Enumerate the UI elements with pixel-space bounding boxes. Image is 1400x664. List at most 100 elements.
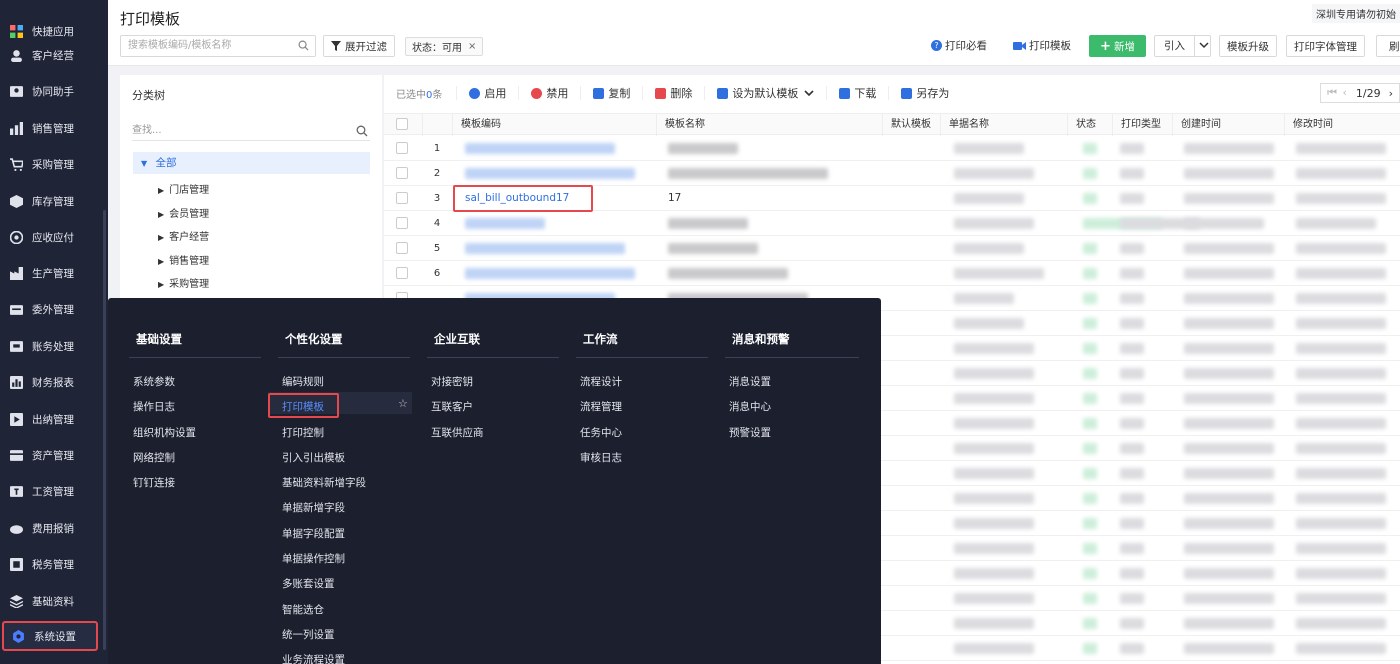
template-upgrade-button[interactable]: 模板升级 bbox=[1219, 35, 1277, 57]
search-icon[interactable] bbox=[356, 125, 368, 137]
search-icon[interactable] bbox=[298, 40, 309, 51]
caret-right-icon[interactable]: ▶ bbox=[158, 186, 164, 195]
sidebar-item-ledger[interactable]: 账务处理 bbox=[0, 331, 108, 361]
menu-item-bill-field-config[interactable]: 单据字段配置 bbox=[282, 526, 345, 541]
sidebar-item-finance-report[interactable]: 财务报表 bbox=[0, 367, 108, 397]
row-checkbox[interactable] bbox=[396, 217, 408, 229]
column-header-default[interactable]: 默认模板 bbox=[882, 114, 940, 136]
menu-item-message-settings[interactable]: 消息设置 bbox=[729, 374, 771, 389]
menu-item-unified-columns[interactable]: 统一列设置 bbox=[282, 627, 335, 642]
sidebar-item-sales[interactable]: 销售管理 bbox=[0, 113, 108, 143]
menu-item-smart-warehouse[interactable]: 智能选仓 bbox=[282, 602, 324, 617]
menu-item-linked-customers[interactable]: 互联客户 bbox=[431, 399, 473, 414]
close-icon[interactable]: × bbox=[468, 41, 476, 52]
search-input[interactable]: 搜索模板编码/模板名称 bbox=[120, 35, 316, 57]
tree-node-customer[interactable]: ▶ 客户经营 bbox=[158, 228, 209, 243]
sidebar-item-inventory[interactable]: 库存管理 bbox=[0, 186, 108, 216]
sidebar-item-system-settings[interactable]: 系统设置 bbox=[2, 621, 98, 651]
refresh-button[interactable]: 刷 bbox=[1376, 35, 1400, 57]
font-manage-button[interactable]: 打印字体管理 bbox=[1286, 35, 1365, 57]
sidebar-item-salary[interactable]: 工资管理 bbox=[0, 476, 108, 506]
tree-node-store[interactable]: ▶ 门店管理 bbox=[158, 181, 209, 196]
tree-node-member[interactable]: ▶ 会员管理 bbox=[158, 205, 209, 220]
status-filter-chip[interactable]: 状态：可用 × bbox=[405, 37, 484, 56]
column-header-code[interactable]: 模板编码 bbox=[452, 114, 656, 136]
menu-item-org-settings[interactable]: 组织机构设置 bbox=[133, 425, 196, 440]
sidebar-item-asset[interactable]: 资产管理 bbox=[0, 440, 108, 470]
table-row[interactable]: 4 bbox=[384, 211, 1400, 236]
disable-button[interactable]: 禁用 bbox=[518, 86, 580, 100]
tree-node-all[interactable]: ▼ 全部 bbox=[133, 152, 370, 174]
tree-node-purchase[interactable]: ▶ 采购管理 bbox=[158, 275, 209, 290]
import-button[interactable]: 引入 bbox=[1154, 35, 1211, 57]
caret-down-icon[interactable]: ▼ bbox=[141, 159, 147, 168]
copy-button[interactable]: 复制 bbox=[580, 86, 642, 100]
add-button[interactable]: + 新增 bbox=[1089, 35, 1146, 57]
menu-item-bill-operation-control[interactable]: 单据操作控制 bbox=[282, 551, 345, 566]
table-row[interactable]: 5 bbox=[384, 236, 1400, 261]
tree-node-sales[interactable]: ▶ 销售管理 bbox=[158, 252, 209, 267]
menu-item-api-key[interactable]: 对接密钥 bbox=[431, 374, 473, 389]
sidebar-item-base-data[interactable]: 基础资料 bbox=[0, 586, 108, 616]
print-template-video-link[interactable]: 打印模板 bbox=[1013, 38, 1071, 53]
column-header-status[interactable]: 状态 bbox=[1067, 114, 1112, 136]
print-guide-link[interactable]: ? 打印必看 bbox=[931, 38, 987, 53]
sidebar-item-cashier[interactable]: 出纳管理 bbox=[0, 404, 108, 434]
caret-right-icon[interactable]: ▶ bbox=[158, 210, 164, 219]
menu-item-flow-design[interactable]: 流程设计 bbox=[580, 374, 622, 389]
row-checkbox[interactable] bbox=[396, 242, 408, 254]
caret-right-icon[interactable]: ▶ bbox=[158, 280, 164, 289]
menu-item-linked-suppliers[interactable]: 互联供应商 bbox=[431, 425, 484, 440]
sidebar-item-purchase[interactable]: 采购管理 bbox=[0, 149, 108, 179]
select-all-checkbox[interactable] bbox=[396, 118, 408, 130]
sidebar-item-customer[interactable]: 客户经营 bbox=[0, 40, 108, 70]
menu-item-system-params[interactable]: 系统参数 bbox=[133, 374, 175, 389]
first-prev-page-icon[interactable]: ⏮ ‹ bbox=[1327, 86, 1348, 100]
table-row[interactable]: 6 bbox=[384, 261, 1400, 286]
menu-item-task-center[interactable]: 任务中心 bbox=[580, 425, 622, 440]
sidebar-item-receivable[interactable]: 应收应付 bbox=[0, 222, 108, 252]
menu-item-print-control[interactable]: 打印控制 bbox=[282, 425, 324, 440]
row-checkbox[interactable] bbox=[396, 267, 408, 279]
column-header-bill-name[interactable]: 单据名称 bbox=[940, 114, 1067, 136]
row-checkbox[interactable] bbox=[396, 142, 408, 154]
sidebar-item-production[interactable]: 生产管理 bbox=[0, 258, 108, 288]
table-row[interactable]: 2 bbox=[384, 161, 1400, 186]
caret-right-icon[interactable]: ▶ bbox=[158, 257, 164, 266]
filter-button[interactable]: 展开过滤 bbox=[323, 35, 395, 57]
menu-item-code-rules[interactable]: 编码规则 bbox=[282, 374, 324, 389]
menu-item-alert-settings[interactable]: 预警设置 bbox=[729, 425, 771, 440]
column-header-name[interactable]: 模板名称 bbox=[656, 114, 882, 136]
sidebar-item-assistant[interactable]: 协同助手 bbox=[0, 76, 108, 106]
table-row[interactable]: 1 bbox=[384, 136, 1400, 161]
row-checkbox[interactable] bbox=[396, 192, 408, 204]
menu-item-import-export-template[interactable]: 引入引出模板 bbox=[282, 450, 345, 465]
row-checkbox[interactable] bbox=[396, 167, 408, 179]
column-header-modified[interactable]: 修改时间 bbox=[1284, 114, 1400, 136]
star-icon[interactable]: ☆ bbox=[398, 397, 408, 410]
pagination[interactable]: ⏮ ‹ 1/29 › bbox=[1320, 83, 1400, 103]
column-header-print-type[interactable]: 打印类型 bbox=[1112, 114, 1172, 136]
menu-item-dingtalk[interactable]: 钉钉连接 bbox=[133, 475, 175, 490]
menu-item-network-control[interactable]: 网络控制 bbox=[133, 450, 175, 465]
menu-item-flow-manage[interactable]: 流程管理 bbox=[580, 399, 622, 414]
menu-item-operation-log[interactable]: 操作日志 bbox=[133, 399, 175, 414]
tree-search-input[interactable]: 查找... bbox=[132, 121, 370, 141]
sidebar-item-outsource[interactable]: 委外管理 bbox=[0, 294, 108, 324]
sidebar-item-tax[interactable]: 税务管理 bbox=[0, 549, 108, 579]
menu-item-business-flow[interactable]: 业务流程设置 bbox=[282, 652, 345, 664]
menu-item-message-center[interactable]: 消息中心 bbox=[729, 399, 771, 414]
set-default-button[interactable]: 设为默认模板 bbox=[704, 86, 826, 100]
column-header-created[interactable]: 创建时间 bbox=[1172, 114, 1284, 136]
save-as-button[interactable]: 另存为 bbox=[888, 86, 961, 100]
caret-right-icon[interactable]: ▶ bbox=[158, 233, 164, 242]
menu-item-audit-log[interactable]: 审核日志 bbox=[580, 450, 622, 465]
next-page-icon[interactable]: › bbox=[1389, 87, 1393, 100]
menu-item-base-data-fields[interactable]: 基础资料新增字段 bbox=[282, 475, 366, 490]
enable-button[interactable]: 启用 bbox=[456, 86, 518, 100]
sidebar-item-expense[interactable]: 费用报销 bbox=[0, 513, 108, 543]
menu-item-multi-account[interactable]: 多账套设置 bbox=[282, 576, 335, 591]
chevron-down-icon[interactable] bbox=[804, 89, 814, 97]
download-button[interactable]: 下载 bbox=[826, 86, 888, 100]
sidebar-scrollbar[interactable] bbox=[103, 210, 106, 650]
